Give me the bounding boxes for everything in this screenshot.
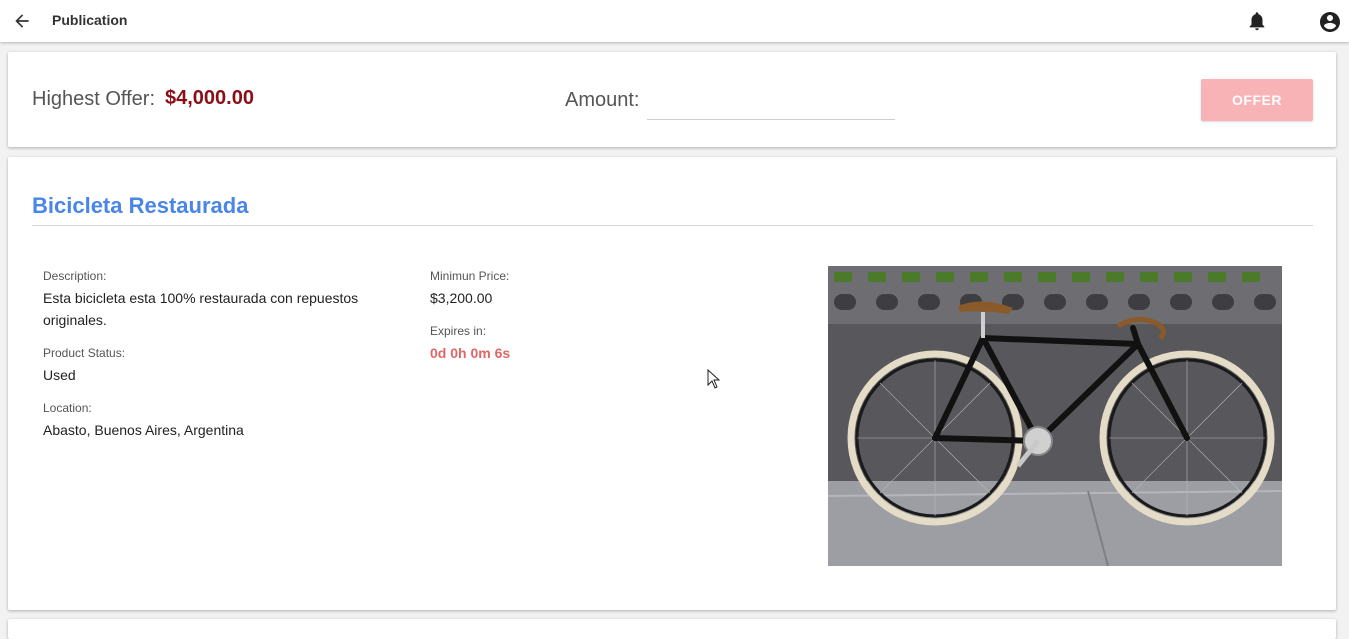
expires-countdown: 0d 0h 0m 6s — [430, 345, 511, 361]
expires-label: Expires in: — [430, 324, 487, 338]
bell-icon[interactable] — [1246, 10, 1268, 32]
offer-button[interactable]: OFFER — [1201, 79, 1313, 121]
product-photo — [828, 266, 1282, 566]
product-card: Bicicleta Restaurada Description: Esta b… — [8, 157, 1336, 610]
title-divider — [32, 225, 1313, 226]
account-circle-icon[interactable] — [1318, 10, 1342, 34]
product-title: Bicicleta Restaurada — [32, 193, 249, 218]
description-label: Description: — [43, 269, 107, 283]
next-card — [8, 619, 1336, 639]
mouse-pointer-icon — [707, 368, 721, 389]
location-label: Location: — [43, 401, 92, 415]
product-status-value: Used — [43, 367, 76, 383]
minimum-price-label: Minimun Price: — [430, 269, 510, 283]
back-arrow-icon[interactable] — [12, 11, 32, 31]
location-value: Abasto, Buenos Aires, Argentina — [43, 422, 244, 438]
app-bar: Publication — [0, 0, 1349, 42]
highest-offer-label: Highest Offer: — [32, 88, 156, 110]
amount-label: Amount: — [565, 89, 640, 111]
highest-offer-value: $4,000.00 — [165, 87, 254, 109]
page-title: Publication — [52, 12, 128, 28]
product-status-label: Product Status: — [43, 346, 126, 360]
minimum-price-value: $3,200.00 — [430, 290, 493, 306]
amount-input[interactable] — [647, 86, 895, 120]
offer-card: Highest Offer: $4,000.00 Amount: OFFER — [8, 52, 1336, 147]
description-value: Esta bicicleta esta 100% restaurada con … — [43, 290, 359, 328]
